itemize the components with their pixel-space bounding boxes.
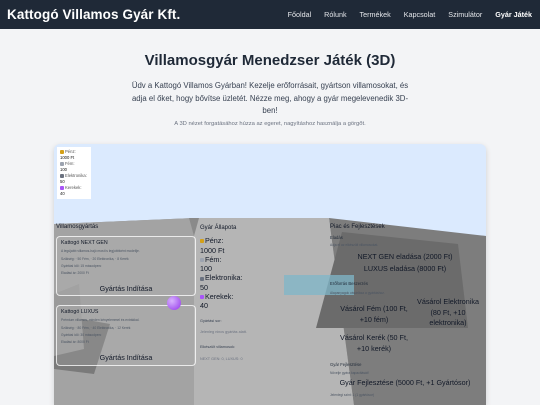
sell-title: Eladás <box>330 235 343 240</box>
plug-icon <box>200 276 204 281</box>
product-time: Gyártási idő: 30 másodperc <box>61 333 102 337</box>
product-requirements: Szükség: · 50 Fém, · 20 Elektronika, · 8… <box>61 257 129 261</box>
buy-electronics-button[interactable]: Vásárol Elektronika (80 Ft, +10 elektron… <box>412 297 484 329</box>
sell-next-gen-button[interactable]: NEXT GEN eladása (2000 Ft) <box>330 252 480 263</box>
product-desc: Prémium villamos, minden kényelemmel és … <box>61 318 140 322</box>
nav-about[interactable]: Rólunk <box>324 10 346 19</box>
queue-title: Gyártási sor: <box>200 318 222 323</box>
money-value: 1000 Ft <box>200 245 225 255</box>
sell-luxus-button[interactable]: LUXUS eladása (8000 Ft) <box>330 264 480 275</box>
metal-icon <box>60 161 64 166</box>
nav-simulator[interactable]: Szimulátor <box>448 10 482 19</box>
upgrade-title: Gyár Fejlesztése <box>330 362 362 367</box>
top-navbar: Kattogó Villamos Gyár Kft. Főoldal Rólun… <box>0 0 540 29</box>
buy-subtitle: Alapanyagok vásárlása a gyártáshoz. <box>330 291 385 295</box>
metal-icon <box>200 257 204 262</box>
start-production-luxus-button[interactable]: Gyártás Indítása <box>57 353 195 362</box>
factory-status-title: Gyár Állapota <box>200 225 237 231</box>
market-title: Piac és Fejlesztések <box>330 224 385 230</box>
upgrade-factory-button[interactable]: Gyár Fejlesztése (5000 Ft, +1 Gyártósor) <box>330 378 480 389</box>
product-card-next-gen: Kattogó NEXT GEN A legújabb villamos-haj… <box>56 236 196 296</box>
product-requirements: Szükség: · 80 Fém, · 40 Elektronika, · 1… <box>61 326 131 330</box>
product-price: Eladási ár: 8000 Ft <box>61 340 89 344</box>
controls-hint: A 3D nézet forgatásához húzza az egeret,… <box>174 120 366 127</box>
upgrade-subtitle: Növelje gyára kapacitását! <box>330 371 369 375</box>
money-bag-icon <box>60 149 64 154</box>
product-name: Kattogó LUXUS <box>61 309 99 315</box>
nav-products[interactable]: Termékek <box>360 10 391 19</box>
product-card-luxus: Kattogó LUXUS Prémium villamos, minden k… <box>56 305 196 366</box>
queue-status: Jelenleg nincs gyártás alatt. <box>200 329 247 334</box>
buy-metal-button[interactable]: Vásárol Fém (100 Ft, +10 fém) <box>336 304 412 325</box>
nav-home[interactable]: Főoldal <box>288 10 312 19</box>
built-count: NEXT GEN: 0, LUXUS: 0 <box>200 356 243 361</box>
plug-icon <box>60 173 64 178</box>
sell-subtitle: Adja el az elkészült villamosokat. <box>330 243 379 247</box>
upgrade-level: Jelenlegi szint: 1 (1 gyártósor) <box>330 393 374 397</box>
nav-contact[interactable]: Kapcsolat <box>404 10 436 19</box>
metal-value: 100 <box>200 264 212 274</box>
main-nav: Főoldal Rólunk Termékek Kapcsolat Szimul… <box>288 10 532 19</box>
buy-title: Erőforrás Beszerzés <box>330 281 368 286</box>
product-time: Gyártási idő: 15 másodperc <box>61 264 102 268</box>
wheel-resource-sphere <box>167 296 181 310</box>
brand-logo[interactable]: Kattogó Villamos Gyár Kft. <box>7 7 180 22</box>
start-production-next-gen-button[interactable]: Gyártás Indítása <box>57 284 195 293</box>
wheels-value: 40 <box>200 301 208 311</box>
wheel-icon <box>60 185 64 190</box>
product-desc: A legújabb villamos-hajó most is legjobb… <box>61 249 140 253</box>
nav-factory-game[interactable]: Gyár Játék <box>495 10 532 19</box>
game-3d-canvas[interactable]: Pénz: 1000 Ft Fém: 100 Elektronika: 50 K… <box>54 144 486 405</box>
electronics-value: 50 <box>200 282 208 292</box>
wheel-icon <box>200 295 204 300</box>
money-bag-icon <box>200 239 204 244</box>
built-title: Elkészült villamosok: <box>200 345 236 350</box>
page-title: Villamosgyár Menedzser Játék (3D) <box>144 52 396 69</box>
factory-status-panel: Gyár Állapota Pénz: 1000 Ft Fém: 100 Ele… <box>200 224 247 364</box>
intro-text: Üdv a Kattogó Villamos Gyárban! Kezelje … <box>131 81 409 115</box>
product-name: Kattogó NEXT GEN <box>61 240 108 246</box>
hero-section: Villamosgyár Menedzser Játék (3D) Üdv a … <box>0 29 540 140</box>
product-price: Eladási ár: 2000 Ft <box>61 271 89 275</box>
production-title: Villamosgyártás <box>56 224 99 230</box>
buy-wheels-button[interactable]: Vásárol Kerék (50 Ft, +10 kerék) <box>336 333 412 354</box>
stats-overlay: Pénz: 1000 Ft Fém: 100 Elektronika: 50 K… <box>57 147 91 199</box>
